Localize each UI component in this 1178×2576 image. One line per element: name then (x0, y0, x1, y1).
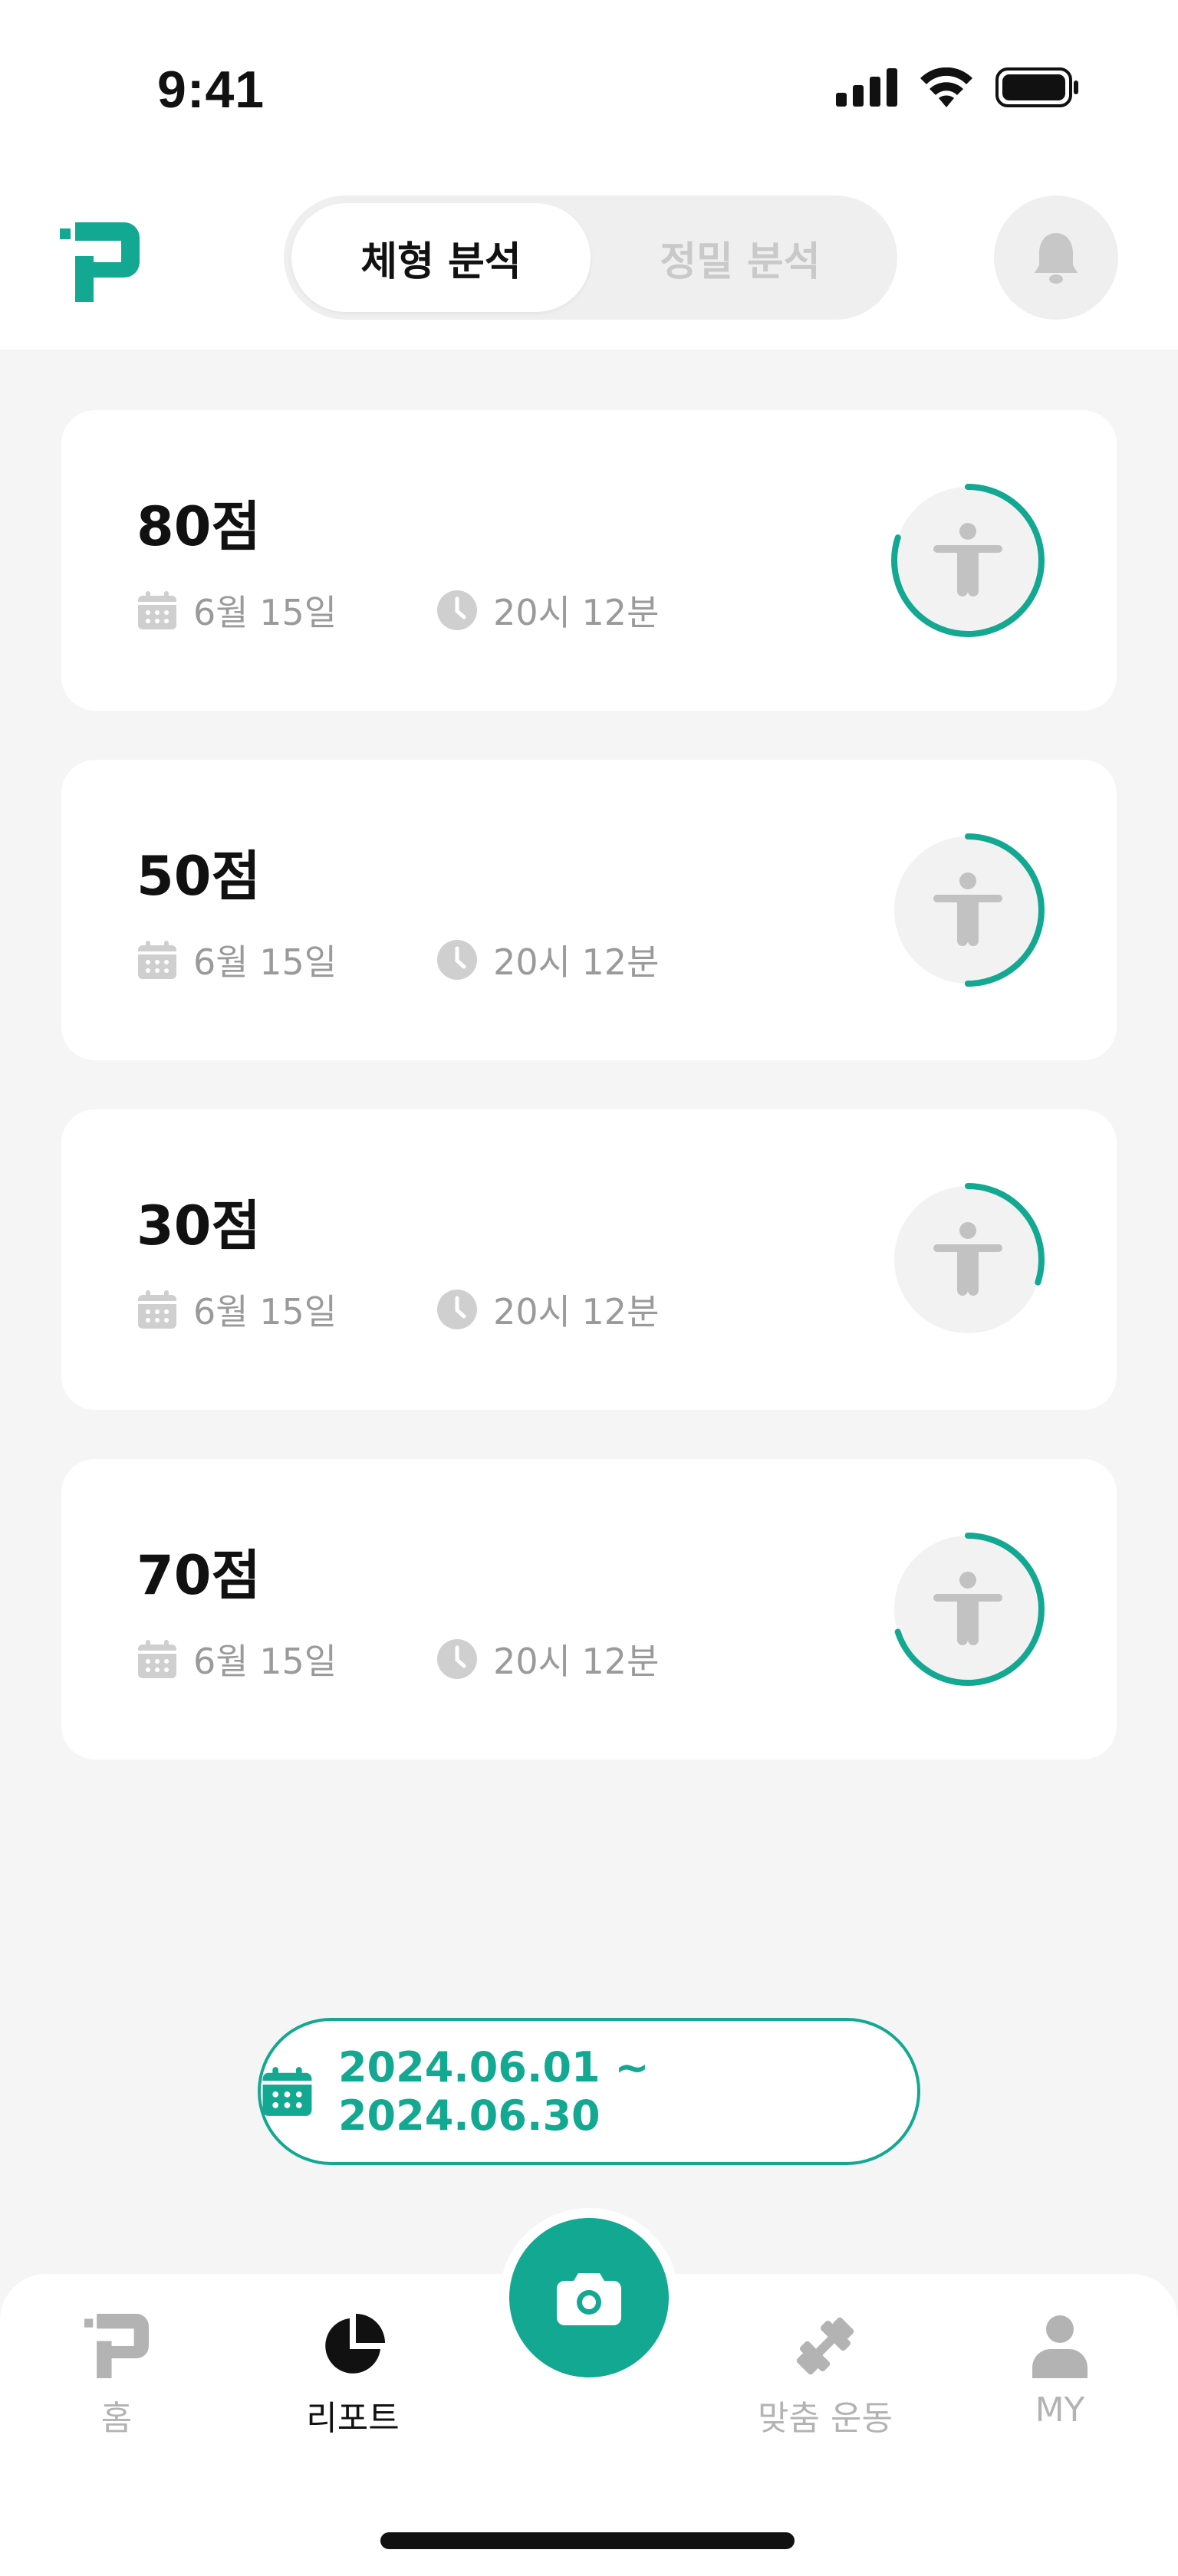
calendar-icon (262, 2067, 312, 2116)
person-icon (1032, 2315, 1088, 2378)
clock-icon (437, 590, 478, 630)
calendar-icon (138, 1290, 176, 1329)
wifi-icon (920, 67, 972, 107)
score-ring (891, 833, 1045, 987)
clock-icon (437, 940, 478, 980)
battery-icon (995, 67, 1078, 107)
report-date: 6월 15일 (137, 1634, 337, 1684)
camera-button[interactable] (509, 2218, 669, 2377)
brand-logo-icon (60, 222, 140, 302)
report-date: 6월 15일 (137, 935, 337, 985)
camera-button-ring (499, 2208, 679, 2387)
report-meta: 6월 15일 20시 12분 (137, 1284, 659, 1335)
report-meta: 6월 15일 20시 12분 (137, 1634, 659, 1684)
report-time: 20시 12분 (436, 1634, 659, 1684)
report-score: 80점 (137, 495, 261, 558)
report-score: 30점 (137, 1194, 261, 1257)
report-time: 20시 12분 (436, 585, 659, 636)
clock-icon (437, 1639, 478, 1679)
report-time-text: 20시 12분 (493, 1291, 660, 1332)
status-icons (836, 67, 1080, 107)
report-time: 20시 12분 (436, 935, 659, 985)
header: 체형 분석 정밀 분석 (0, 176, 1178, 350)
notification-button[interactable] (994, 196, 1118, 320)
status-time: 9:41 (157, 61, 265, 119)
report-meta: 6월 15일 20시 12분 (137, 585, 659, 636)
tab-label: MY (1035, 2390, 1085, 2430)
tab-precise-analysis[interactable]: 정밀 분석 (591, 203, 890, 312)
report-card[interactable]: 80점 6월 15일 20시 12분 (61, 410, 1117, 711)
camera-icon (557, 2273, 621, 2325)
report-time-text: 20시 12분 (493, 941, 660, 983)
analysis-type-toggle: 체형 분석 정밀 분석 (284, 196, 897, 320)
tab-my[interactable]: MY (968, 2314, 1152, 2430)
calendar-icon (138, 1640, 176, 1678)
report-meta: 6월 15일 20시 12분 (137, 935, 659, 985)
report-time-text: 20시 12분 (493, 592, 660, 633)
calendar-icon (138, 591, 176, 629)
date-range-label: 2024.06.01 ~ 2024.06.30 (337, 2043, 650, 2140)
report-date-text: 6월 15일 (193, 1291, 337, 1332)
tab-custom-workout[interactable]: 맞춤 운동 (733, 2314, 917, 2440)
report-date-text: 6월 15일 (193, 592, 337, 633)
report-card[interactable]: 70점 6월 15일 20시 12분 (61, 1459, 1117, 1760)
report-date-text: 6월 15일 (193, 1641, 337, 1682)
tab-label: 홈 (100, 2399, 133, 2438)
date-range-button[interactable]: 2024.06.01 ~ 2024.06.30 (258, 2018, 920, 2165)
bell-icon (1035, 233, 1078, 284)
report-date-text: 6월 15일 (193, 941, 337, 983)
score-ring (891, 484, 1045, 637)
calendar-icon (138, 941, 176, 979)
score-ring (891, 1183, 1045, 1336)
report-time: 20시 12분 (436, 1284, 659, 1335)
tab-home[interactable]: 홈 (25, 2314, 209, 2440)
clock-icon (437, 1290, 478, 1329)
report-date: 6월 15일 (137, 585, 337, 636)
cellular-signal-icon (836, 68, 897, 107)
status-bar: 9:41 (0, 0, 1178, 176)
tab-label: 맞춤 운동 (758, 2399, 893, 2438)
report-card[interactable]: 30점 6월 15일 20시 12분 (61, 1109, 1117, 1410)
home-logo-icon (84, 2314, 149, 2378)
report-date: 6월 15일 (137, 1284, 337, 1335)
pie-chart-icon (325, 2314, 385, 2374)
report-card[interactable]: 50점 6월 15일 20시 12분 (61, 760, 1117, 1060)
report-score: 50점 (137, 845, 261, 908)
dumbbell-icon (796, 2317, 854, 2375)
tab-report[interactable]: 리포트 (261, 2314, 445, 2440)
report-time-text: 20시 12분 (493, 1641, 660, 1682)
report-score: 70점 (137, 1544, 261, 1607)
report-list: 80점 6월 15일 20시 12분 50점 6월 15일 20시 12분 30… (61, 410, 1117, 1809)
tab-body-analysis[interactable]: 체형 분석 (291, 203, 591, 312)
home-indicator (380, 2532, 795, 2549)
tab-label: 리포트 (306, 2399, 400, 2438)
score-ring (891, 1533, 1045, 1686)
